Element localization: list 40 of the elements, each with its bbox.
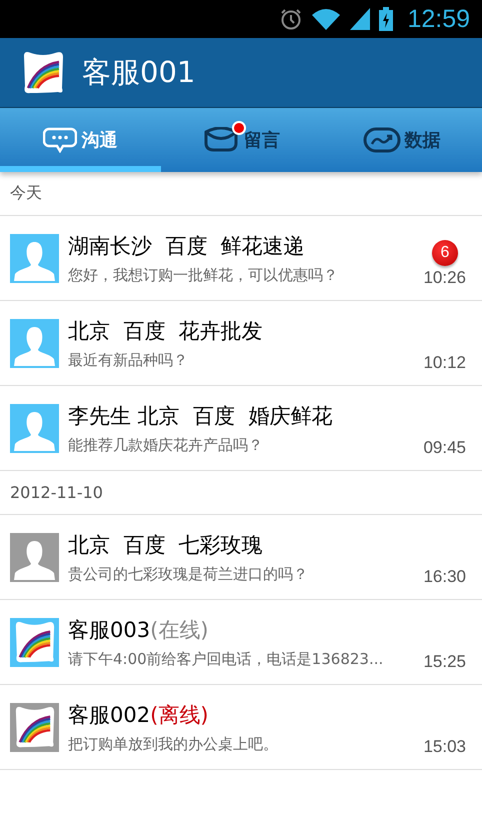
message-time: 10:12 — [423, 353, 466, 373]
tray-icon — [202, 127, 240, 153]
message-preview: 最近有新品种吗？ — [68, 350, 189, 370]
avatar-icon — [10, 618, 59, 666]
alarm-icon — [279, 7, 304, 31]
contact-name: 客服003(在线) — [68, 616, 210, 644]
tab[interactable]: 数据 — [321, 108, 482, 172]
unread-badge: 6 — [432, 240, 458, 266]
contact-name: 李先生 北京 百度 婚庆鲜花 — [68, 402, 334, 430]
message-time: 15:03 — [423, 737, 466, 757]
conversation-row[interactable]: 客服003(在线) 请下午4:00前给客户回电话，电话是136823... 15:25 — [0, 600, 482, 685]
conversation-row[interactable]: 北京 百度 花卉批发 最近有新品种吗？ 10:12 — [0, 301, 482, 386]
conversation-row[interactable]: 李先生 北京 百度 婚庆鲜花 能推荐几款婚庆花卉产品吗？ 09:45 — [0, 386, 482, 471]
contact-name: 客服002(离线) — [68, 702, 210, 728]
message-preview: 您好，我想订购一批鲜花，可以优惠吗？ — [68, 266, 339, 284]
contact-name: 北京 百度 七彩玫瑰 — [68, 532, 264, 558]
clock-time: 12:59 — [407, 4, 470, 34]
message-preview: 能推荐几款婚庆花卉产品吗？ — [68, 436, 264, 454]
message-preview: 请下午4:00前给客户回电话，电话是136823... — [68, 650, 384, 668]
tab[interactable]: 留言 — [160, 108, 322, 172]
message-time: 15:25 — [423, 652, 466, 672]
conversation-row[interactable]: 湖南长沙 百度 鲜花速递 您好，我想订购一批鲜花，可以优惠吗？ 6 10:26 — [0, 216, 482, 301]
chart-icon — [362, 127, 401, 153]
header-title: 客服001 — [82, 54, 196, 90]
message-preview: 把订购单放到我的办公桌上吧。 — [68, 734, 279, 754]
conversation-row[interactable]: 北京 百度 七彩玫瑰 贵公司的七彩玫瑰是荷兰进口的吗？ 16:30 — [0, 515, 482, 600]
message-time: 16:30 — [423, 567, 466, 587]
section-label: 今天 — [10, 183, 42, 204]
wifi-icon — [311, 7, 342, 31]
message-time: 10:26 — [423, 268, 466, 288]
battery-icon — [379, 7, 394, 31]
contact-name: 北京 百度 花卉批发 — [68, 318, 264, 344]
signal-icon — [349, 7, 372, 31]
section-label: 2012-11-10 — [10, 483, 103, 502]
message-time: 09:45 — [423, 438, 466, 458]
contact-name: 湖南长沙 百度 鲜花速递 — [68, 232, 306, 260]
conversation-row[interactable]: 客服002(离线) 把订购单放到我的办公桌上吧。 15:03 — [0, 685, 482, 770]
chat-icon — [43, 127, 78, 153]
avatar-icon — [10, 702, 59, 752]
message-preview: 贵公司的七彩玫瑰是荷兰进口的吗？ — [68, 564, 309, 584]
